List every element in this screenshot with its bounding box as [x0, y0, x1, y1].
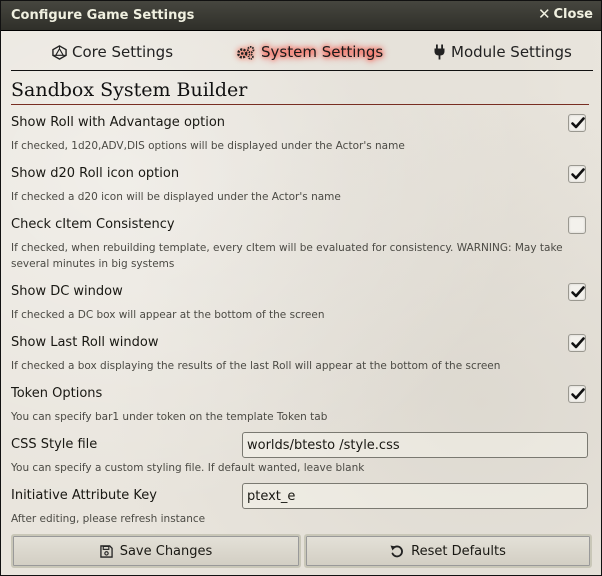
css-style-file-input[interactable] [242, 432, 588, 458]
setting-hint-css-style-file: You can specify a custom styling file. I… [11, 462, 365, 474]
setting-label-d20-icon: Show d20 Roll icon option [11, 166, 180, 181]
window-title: Configure Game Settings [11, 8, 195, 23]
setting-label-css-style-file: CSS Style file [11, 437, 98, 452]
settings-tabs: Core Settings System Settings Module Set… [11, 39, 593, 71]
tab-label: Core Settings [72, 43, 174, 61]
close-button[interactable]: ✕ Close [537, 5, 593, 23]
checkbox-last-roll-window[interactable] [568, 334, 586, 352]
checkbox-dc-window[interactable] [568, 283, 586, 301]
setting-hint-citem-consistency: If checked, when rebuilding template, ev… [11, 242, 563, 270]
save-changes-button[interactable]: Save Changes [11, 534, 301, 568]
setting-hint-dc-window: If checked a DC box will appear at the b… [11, 309, 325, 321]
setting-label-roll-advantage: Show Roll with Advantage option [11, 115, 226, 130]
reset-defaults-button[interactable]: Reset Defaults [304, 534, 592, 568]
d20-icon [52, 44, 67, 60]
checkmark-icon [571, 117, 585, 129]
close-icon: ✕ [537, 5, 551, 23]
settings-window: Configure Game Settings ✕ Close Core Set… [0, 0, 602, 576]
checkbox-citem-consistency[interactable] [568, 216, 586, 234]
setting-hint-d20-icon: If checked a d20 icon will be displayed … [11, 191, 341, 203]
setting-label-token-options: Token Options [11, 386, 103, 401]
gears-icon [237, 45, 255, 60]
checkbox-token-options[interactable] [568, 385, 586, 403]
checkbox-roll-advantage[interactable] [568, 114, 586, 132]
window-titlebar[interactable]: Configure Game Settings ✕ Close [1, 1, 601, 31]
setting-label-last-roll-window: Show Last Roll window [11, 335, 159, 350]
checkmark-icon [571, 168, 585, 180]
setting-label-citem-consistency: Check cItem Consistency [11, 217, 175, 232]
setting-label-initiative-key: Initiative Attribute Key [11, 488, 157, 503]
setting-hint-token-options: You can specify bar1 under token on the … [11, 411, 328, 423]
save-changes-label: Save Changes [119, 543, 213, 559]
section-title: Sandbox System Builder [11, 79, 589, 105]
plug-icon [434, 44, 445, 60]
close-label: Close [553, 7, 593, 22]
checkmark-icon [571, 337, 585, 349]
undo-icon [390, 545, 404, 558]
checkmark-icon [571, 388, 585, 400]
save-icon [99, 544, 113, 558]
setting-hint-roll-advantage: If checked, 1d20,ADV,DIS options will be… [11, 140, 405, 152]
tab-label: Module Settings [451, 43, 572, 61]
tab-core-settings[interactable]: Core Settings [52, 43, 173, 61]
setting-hint-initiative-key: After editing, please refresh instance [11, 513, 206, 525]
checkbox-d20-icon[interactable] [568, 165, 586, 183]
tab-module-settings[interactable]: Module Settings [433, 43, 572, 61]
setting-hint-last-roll-window: If checked a box displaying the results … [11, 360, 501, 372]
setting-label-dc-window: Show DC window [11, 284, 123, 299]
tab-label: System Settings [261, 43, 384, 61]
tab-system-settings[interactable]: System Settings [236, 43, 383, 61]
reset-defaults-label: Reset Defaults [411, 543, 506, 559]
initiative-key-input[interactable] [242, 483, 588, 509]
checkmark-icon [571, 286, 585, 298]
